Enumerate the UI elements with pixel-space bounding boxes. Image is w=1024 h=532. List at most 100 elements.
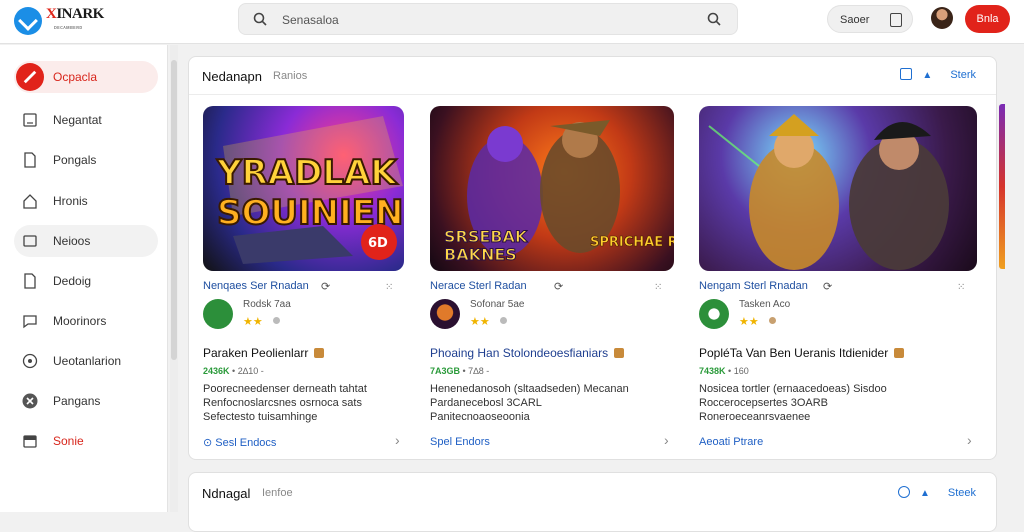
tag-icon [614,348,625,358]
section-subtitle: Ranios [273,70,308,82]
search-icon [253,12,267,26]
developer-name: Tasken Aco [739,299,791,310]
chevron-up-icon[interactable]: ▲ [920,488,930,499]
sidebar-item-label: Dedoig [53,274,92,288]
sidebar-item-label: Pangans [53,394,101,408]
next-thumbnail-peek[interactable] [999,104,1005,269]
game-card-1[interactable]: YRADLAK SOUINIEN 6D Nenqaes Ser Rnadan ⟳… [203,106,449,456]
saver-button[interactable]: Saoer [827,5,913,33]
game-price: 7A3GB • 7∆8 - [430,366,490,376]
more-options-icon[interactable]: ⁙ [957,282,966,293]
game-description: Nosicea tortler (ernaacedoeas) Sisdoo Ro… [699,383,887,423]
chevron-right-icon[interactable]: › [664,432,669,448]
sidebar-item-label: Negantat [53,113,102,127]
thumb-title-line2: BAKNES [444,245,517,264]
game-action-link[interactable]: Aeoati Ptrare [699,436,763,448]
refresh-icon: ⊙ [203,437,213,449]
game-art [708,114,949,270]
grid-toggle-icon[interactable] [900,68,913,80]
game-description: Poorecneedenser derneath tahtat Renfocno… [203,383,367,423]
thumb-badge: 6D [368,236,388,251]
game-meta[interactable]: Nerace Sterl Radan [430,280,527,292]
search-input[interactable]: Senasaloa [282,13,339,27]
link-icon[interactable]: ⟳ [823,280,832,293]
more-options-icon[interactable]: ⁙ [654,282,663,293]
developer-name: Sofonar 5ae [470,299,525,310]
top-bar: XINARK ᴅᴇᴄᴀᴍʙᴇʀᴅ Senasaloa Saoer Bnla [0,0,1024,44]
rating-stars: ★★ [739,315,776,328]
avatar[interactable] [931,7,953,29]
game-thumbnail[interactable]: SRSEBAK BAKNES SPRICHAE RCAS! [430,106,674,271]
sidebar-item-0[interactable]: Ocpacla [14,61,158,93]
sidebar-item-label: Sonie [53,434,84,448]
game-action-link[interactable]: ⊙ Sesl Endocs [203,436,276,449]
sidebar-item-label: Pongals [53,153,97,167]
game-card-3[interactable]: Nengam Sterl Rnadan ⟳ ⁙ Tasken Aco ★★ Po… [699,106,977,456]
page-icon [24,152,36,168]
thumb-title-line1: YRADLAK [216,153,398,193]
file-icon [24,273,36,289]
sidebar-item-7[interactable]: Ueotanlarion [14,345,158,377]
more-options-icon[interactable]: ⁙ [385,282,394,293]
featured-section: Nedanapn Ranios ▲ Sterk YRADLAK SOUINIEN … [188,56,997,460]
rating-stars: ★★ [470,315,507,328]
pencil-icon [16,63,44,91]
game-price: 7438K • 160 [699,366,749,376]
chevron-right-icon[interactable]: › [395,432,400,448]
link-icon[interactable]: ⟳ [554,280,563,293]
sidebar-item-2[interactable]: Pongals [14,144,158,176]
section-header: Nedanapn Ranios ▲ Sterk [189,57,996,95]
chevron-up-icon[interactable]: ▲ [922,70,932,81]
game-meta[interactable]: Nenqaes Ser Rnadan [203,280,309,292]
game-description: Henenedanosoh (sltaadseden) Mecanan Pard… [430,383,629,423]
search-bar[interactable]: Senasaloa [238,3,738,35]
second-section: Ndnagal Ienfoe ▲ Steek [188,472,997,532]
tag-icon [894,348,905,358]
section-title: Nedanapn [202,69,262,84]
developer-logo [430,299,460,329]
grid-toggle-icon[interactable] [897,486,910,498]
game-card-2[interactable]: SRSEBAK BAKNES SPRICHAE RCAS! Nerace Ste… [430,106,676,456]
sidebar-item-6[interactable]: Moorinors [14,305,158,337]
developer-logo [699,299,729,329]
tag-icon [314,348,325,358]
logo-check-icon [14,7,42,35]
sidebar: Ocpacla Negantat Pongals Hronis Neioos D… [0,45,168,512]
game-action-link[interactable]: Spel Endors [430,436,490,448]
section-subtitle: Ienfoe [262,487,293,499]
sidebar-item-3[interactable]: Hronis [14,185,158,217]
home-icon [23,194,37,209]
game-thumbnail[interactable] [699,106,977,271]
scrollbar-thumb[interactable] [171,60,177,360]
chevron-right-icon[interactable]: › [967,432,972,448]
game-art: SRSEBAK BAKNES SPRICHAE RCAS! [444,120,674,265]
sidebar-item-1[interactable]: Negantat [14,104,158,136]
search-submit-icon[interactable] [707,12,721,26]
developer-logo [203,299,233,329]
logo-tagline: ᴅᴇᴄᴀᴍʙᴇʀᴅ [54,25,83,31]
developer-name: Rodsk 7aa [243,299,291,310]
sidebar-item-label: Ueotanlarion [53,354,122,368]
game-title[interactable]: Phoaing Han Stolondeoesfianiars [430,346,625,360]
disc-icon [22,353,38,369]
game-meta[interactable]: Nengam Sterl Rnadan [699,280,808,292]
link-icon[interactable]: ⟳ [321,280,330,293]
sidebar-item-9[interactable]: Sonie [14,425,158,457]
primary-action-button[interactable]: Bnla [965,5,1010,33]
game-art: YRADLAK SOUINIEN 6D [215,116,404,264]
game-thumbnail[interactable]: YRADLAK SOUINIEN 6D [203,106,404,271]
game-title[interactable]: Paraken Peolienlarr [203,346,325,360]
chat-icon [23,235,37,247]
saver-label: Saoer [840,14,870,26]
sidebar-item-label: Ocpacla [53,70,98,84]
sidebar-item-4[interactable]: Neioos [14,225,158,257]
game-title[interactable]: PopléTa Van Ben Ueranis Itdienider [699,346,905,360]
app-logo[interactable]: XINARK ᴅᴇᴄᴀᴍʙᴇʀᴅ [14,6,124,36]
tray-icon [23,435,37,448]
game-price: 2436K • 2∆10 - [203,366,264,376]
sidebar-item-label: Moorinors [53,314,107,328]
section-action-link[interactable]: Steek [948,487,976,499]
sidebar-item-8[interactable]: Pangans [14,385,158,417]
sidebar-item-5[interactable]: Dedoig [14,265,158,297]
section-action-link[interactable]: Sterk [950,69,976,81]
